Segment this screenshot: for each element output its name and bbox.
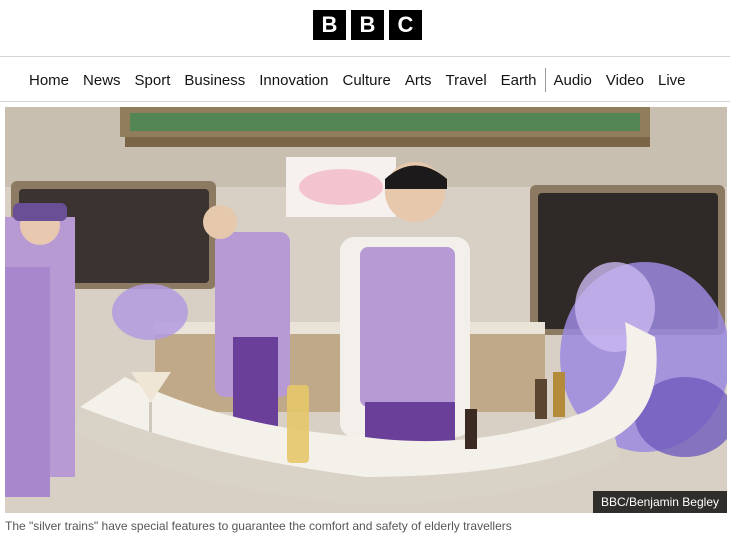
hero-photo (5, 107, 727, 513)
nav-item-innovation[interactable]: Innovation (252, 72, 335, 89)
nav-item-live[interactable]: Live (651, 72, 693, 89)
nav-item-sport[interactable]: Sport (128, 72, 178, 89)
nav-item-travel[interactable]: Travel (439, 72, 494, 89)
photo-credit: BBC/Benjamin Begley (592, 491, 727, 513)
image-caption: The "silver trains" have special feature… (5, 519, 512, 533)
nav-item-arts[interactable]: Arts (398, 72, 439, 89)
nav-item-news[interactable]: News (76, 72, 128, 89)
bbc-logo[interactable]: B B C (313, 10, 422, 40)
main-navigation: Home News Sport Business Innovation Cult… (0, 58, 730, 102)
nav-item-earth[interactable]: Earth (494, 72, 544, 89)
nav-item-video[interactable]: Video (599, 72, 651, 89)
hero-figure: BBC/Benjamin Begley (5, 107, 727, 513)
nav-divider (544, 68, 546, 92)
logo-letter-b2: B (351, 10, 384, 40)
masthead: B B C (0, 0, 730, 57)
logo-letter-b1: B (313, 10, 346, 40)
nav-item-business[interactable]: Business (177, 72, 252, 89)
nav-list: Home News Sport Business Innovation Cult… (0, 58, 693, 102)
nav-item-culture[interactable]: Culture (336, 72, 398, 89)
logo-letter-c: C (389, 10, 422, 40)
nav-item-home[interactable]: Home (0, 72, 76, 89)
nav-item-audio[interactable]: Audio (547, 72, 599, 89)
